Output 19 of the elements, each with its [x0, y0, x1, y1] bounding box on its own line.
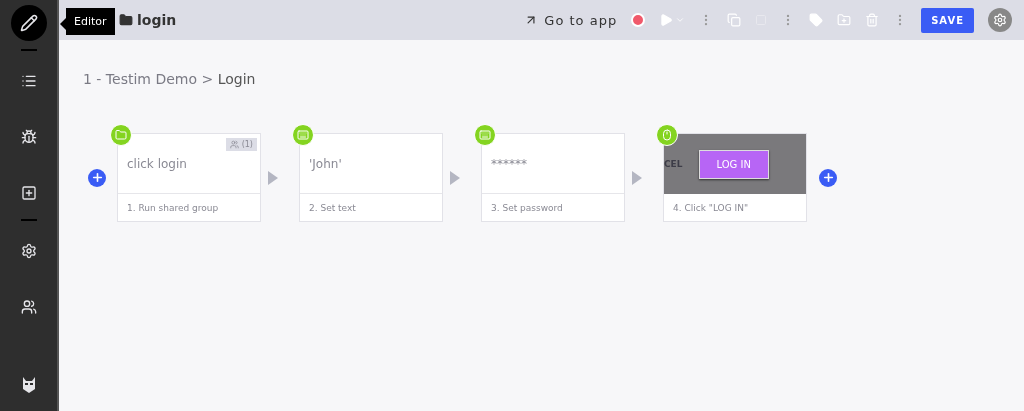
step-card[interactable]: CEL LOG IN 4. Click "LOG IN"	[663, 133, 807, 222]
step-caption: 3. Set password	[491, 202, 563, 213]
tooltip: Editor	[66, 8, 115, 35]
breadcrumb: 1 - Testim Demo > Login	[83, 71, 257, 87]
screenshot-login-button: LOG IN	[698, 149, 769, 179]
step-caption: 4. Click "LOG IN"	[673, 202, 749, 213]
step-caption: 1. Run shared group	[127, 202, 219, 213]
step-value: click login	[127, 156, 187, 171]
step-value: 'John'	[309, 156, 342, 171]
go-to-app-link[interactable]: Go to app	[524, 12, 618, 28]
step-card[interactable]: ****** 3. Set password	[481, 133, 625, 222]
step-value: ******	[491, 156, 527, 171]
shared-badge: (1)	[225, 138, 257, 151]
step-card[interactable]: 'John' 2. Set text	[299, 133, 443, 222]
save-button[interactable]: SAVE	[921, 7, 974, 33]
step-caption: 2. Set text	[309, 202, 356, 213]
test-title: login	[137, 12, 177, 28]
step-card[interactable]: click login (1) 1. Run shared group	[117, 133, 261, 222]
screenshot-text: CEL	[664, 159, 683, 169]
